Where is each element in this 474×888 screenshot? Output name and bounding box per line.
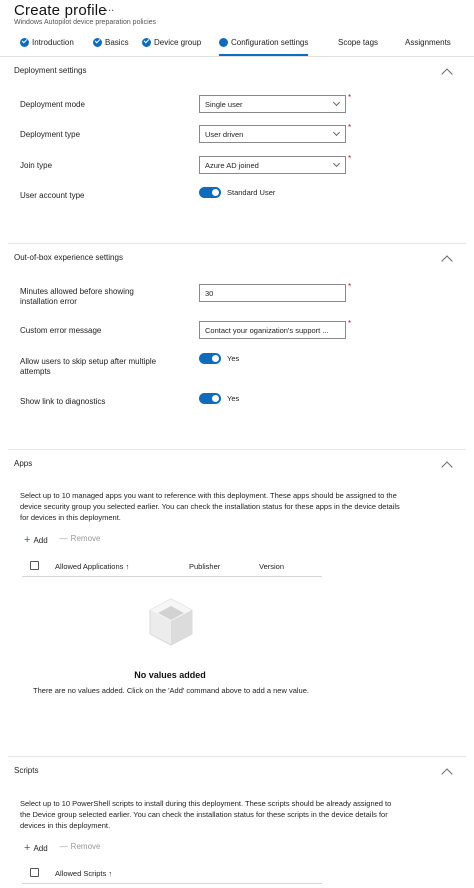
minutes-allowed-input[interactable]: 30 bbox=[199, 284, 346, 302]
tab-scope-tags[interactable]: Scope tags bbox=[338, 38, 378, 47]
section-divider bbox=[8, 756, 466, 757]
empty-state-description: There are no values added. Click on the … bbox=[33, 686, 309, 695]
check-icon bbox=[142, 38, 151, 47]
collapse-chevron-icon[interactable] bbox=[441, 255, 453, 267]
toggle-state-label: Yes bbox=[227, 394, 240, 403]
plus-icon: + bbox=[24, 842, 31, 854]
scripts-command-bar: + Add — Remove bbox=[24, 842, 100, 854]
chevron-down-icon bbox=[332, 159, 341, 168]
tab-assignments[interactable]: Assignments bbox=[405, 38, 451, 47]
page-title-text: Create profile bbox=[14, 2, 107, 19]
scripts-table-header: Allowed Scripts ↑ bbox=[22, 862, 322, 884]
tab-basics[interactable]: Basics bbox=[93, 38, 129, 47]
check-icon bbox=[20, 38, 29, 47]
required-marker: * bbox=[348, 123, 352, 132]
deployment-type-label: Deployment type bbox=[20, 130, 81, 139]
tab-label: Configuration settings bbox=[231, 38, 309, 47]
tab-label: Basics bbox=[105, 38, 129, 47]
current-step-icon bbox=[219, 38, 228, 47]
chevron-down-icon bbox=[332, 128, 341, 137]
empty-state-title: No values added bbox=[134, 670, 206, 680]
minus-icon: — bbox=[59, 534, 68, 543]
tab-label: Introduction bbox=[32, 38, 74, 47]
deployment-mode-dropdown[interactable]: Single user bbox=[199, 95, 346, 113]
empty-box-icon bbox=[149, 598, 193, 646]
dropdown-value: User driven bbox=[205, 130, 244, 139]
required-marker: * bbox=[348, 319, 352, 328]
add-script-button[interactable]: + Add bbox=[24, 842, 48, 854]
chevron-down-icon bbox=[332, 98, 341, 107]
more-options-button[interactable]: ... bbox=[105, 2, 114, 14]
minus-icon: — bbox=[59, 842, 68, 851]
collapse-chevron-icon[interactable] bbox=[441, 68, 453, 80]
scripts-description: Select up to 10 PowerShell scripts to in… bbox=[20, 799, 392, 830]
user-account-type-label: User account type bbox=[20, 191, 85, 200]
apps-table-header: Allowed Applications ↑ Publisher Version bbox=[22, 555, 322, 577]
remove-app-button[interactable]: — Remove bbox=[60, 534, 101, 546]
remove-label: Remove bbox=[70, 534, 101, 543]
column-header-version[interactable]: Version bbox=[259, 562, 284, 571]
section-divider bbox=[8, 243, 466, 244]
column-header-allowed-scripts[interactable]: Allowed Scripts ↑ bbox=[55, 869, 112, 878]
wizard-tabs: Introduction Basics Device group Configu… bbox=[0, 33, 474, 57]
apps-description: Select up to 10 managed apps you want to… bbox=[20, 491, 400, 522]
show-diagnostics-label: Show link to diagnostics bbox=[20, 397, 106, 406]
toggle-state-label: Yes bbox=[227, 354, 240, 363]
section-title-apps: Apps bbox=[14, 459, 33, 468]
tab-label: Assignments bbox=[405, 38, 451, 47]
check-icon bbox=[93, 38, 102, 47]
dropdown-value: Single user bbox=[205, 100, 243, 109]
allow-skip-setup-label: Allow users to skip setup after multiple… bbox=[20, 357, 157, 376]
custom-error-message-input[interactable]: Contact your oganization's support ... bbox=[199, 321, 346, 339]
minutes-allowed-label: Minutes allowed before showing installat… bbox=[20, 287, 134, 306]
section-divider bbox=[8, 449, 466, 450]
add-app-button[interactable]: + Add bbox=[24, 534, 48, 546]
allow-skip-setup-toggle[interactable] bbox=[199, 353, 221, 364]
select-all-checkbox[interactable] bbox=[30, 868, 39, 877]
select-all-checkbox[interactable] bbox=[30, 561, 39, 570]
remove-script-button[interactable]: — Remove bbox=[60, 842, 101, 854]
tab-device-group[interactable]: Device group bbox=[142, 38, 201, 47]
tab-configuration-settings[interactable]: Configuration settings bbox=[219, 38, 309, 56]
deployment-mode-label: Deployment mode bbox=[20, 100, 85, 109]
column-header-publisher[interactable]: Publisher bbox=[189, 562, 220, 571]
deployment-type-dropdown[interactable]: User driven bbox=[199, 125, 346, 143]
collapse-chevron-icon[interactable] bbox=[441, 461, 453, 473]
section-title-oobe: Out-of-box experience settings bbox=[14, 253, 123, 262]
custom-error-message-label: Custom error message bbox=[20, 326, 102, 335]
required-marker: * bbox=[348, 93, 352, 102]
tab-label: Device group bbox=[154, 38, 202, 47]
add-label: Add bbox=[33, 844, 48, 853]
toggle-state-label: Standard User bbox=[227, 188, 276, 197]
show-diagnostics-toggle[interactable] bbox=[199, 393, 221, 404]
section-title-scripts: Scripts bbox=[14, 766, 39, 775]
join-type-label: Join type bbox=[20, 161, 53, 170]
tab-label: Scope tags bbox=[338, 38, 379, 47]
remove-label: Remove bbox=[70, 842, 101, 851]
column-header-allowed-applications[interactable]: Allowed Applications ↑ bbox=[55, 562, 129, 571]
tab-introduction[interactable]: Introduction bbox=[20, 38, 74, 47]
add-label: Add bbox=[33, 536, 48, 545]
user-account-type-toggle[interactable] bbox=[199, 187, 221, 198]
plus-icon: + bbox=[24, 534, 31, 546]
section-title-deployment: Deployment settings bbox=[14, 66, 87, 75]
join-type-dropdown[interactable]: Azure AD joined bbox=[199, 156, 346, 174]
collapse-chevron-icon[interactable] bbox=[441, 768, 453, 780]
required-marker: * bbox=[348, 154, 352, 163]
dropdown-value: Azure AD joined bbox=[205, 161, 259, 170]
apps-command-bar: + Add — Remove bbox=[24, 534, 100, 546]
required-marker: * bbox=[348, 282, 352, 291]
page-subtitle: Windows Autopilot device preparation pol… bbox=[14, 19, 157, 26]
